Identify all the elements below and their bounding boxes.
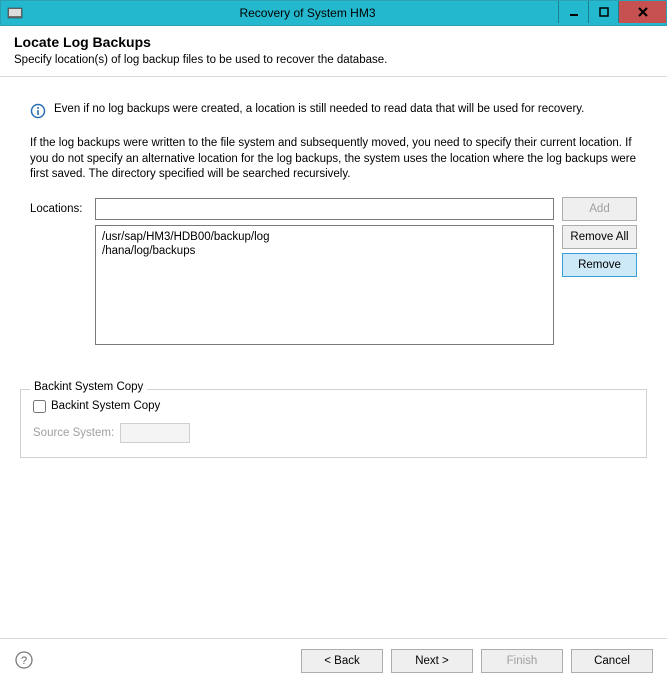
back-button[interactable]: < Back xyxy=(301,649,383,673)
add-button[interactable]: Add xyxy=(562,197,637,221)
svg-text:?: ? xyxy=(21,655,27,667)
next-button[interactable]: Next > xyxy=(391,649,473,673)
info-icon xyxy=(30,103,48,122)
close-button[interactable] xyxy=(618,1,666,23)
source-system-label: Source System: xyxy=(33,427,114,439)
title-bar[interactable]: Recovery of System HM3 xyxy=(0,0,667,26)
description-text: If the log backups were written to the f… xyxy=(30,136,637,183)
page-subtitle: Specify location(s) of log backup files … xyxy=(14,54,653,66)
cancel-button[interactable]: Cancel xyxy=(571,649,653,673)
minimize-button[interactable] xyxy=(558,1,588,23)
backint-checkbox-label: Backint System Copy xyxy=(51,400,160,412)
remove-button[interactable]: Remove xyxy=(562,253,637,277)
backint-group-label: Backint System Copy xyxy=(30,381,147,393)
list-item[interactable]: /usr/sap/HM3/HDB00/backup/log xyxy=(102,230,547,244)
finish-button[interactable]: Finish xyxy=(481,649,563,673)
info-text: Even if no log backups were created, a l… xyxy=(54,103,584,115)
wizard-body: Even if no log backups were created, a l… xyxy=(0,77,667,466)
source-system-input xyxy=(120,423,190,443)
locations-label: Locations: xyxy=(30,203,95,215)
locations-list[interactable]: /usr/sap/HM3/HDB00/backup/log /hana/log/… xyxy=(95,225,554,345)
app-icon xyxy=(7,5,23,21)
wizard-footer: ? < Back Next > Finish Cancel xyxy=(0,638,667,673)
backint-group: Backint System Copy Source System: xyxy=(20,389,647,458)
help-icon[interactable]: ? xyxy=(14,650,36,672)
list-item[interactable]: /hana/log/backups xyxy=(102,244,547,258)
locations-input[interactable] xyxy=(95,198,554,220)
backint-checkbox[interactable] xyxy=(33,400,46,413)
page-title: Locate Log Backups xyxy=(14,34,653,50)
wizard-header: Locate Log Backups Specify location(s) o… xyxy=(0,26,667,77)
remove-all-button[interactable]: Remove All xyxy=(562,225,637,249)
maximize-button[interactable] xyxy=(588,1,618,23)
